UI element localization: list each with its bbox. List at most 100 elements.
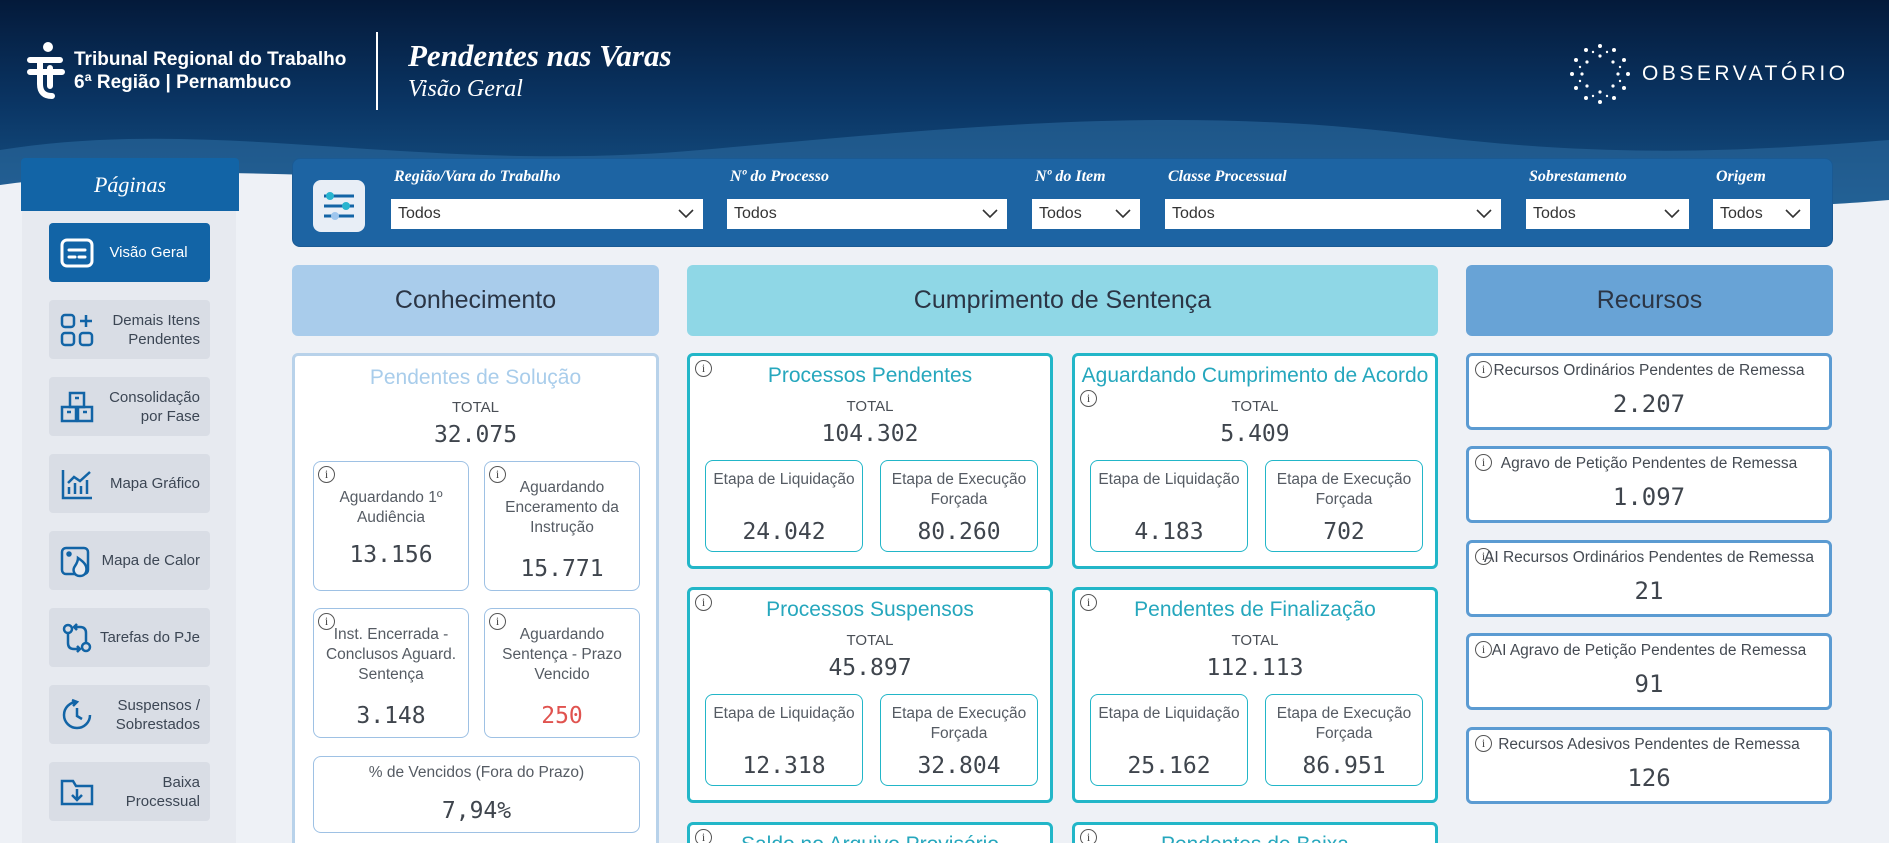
filter-regiao-dropdown[interactable]: Todos [391, 199, 703, 229]
chevron-down-icon [1664, 209, 1680, 219]
nav-label: Mapa Gráfico [109, 475, 200, 492]
folder-download-icon [57, 772, 97, 812]
card-title: Saldo no Arquivo Provisório [690, 833, 1050, 843]
org-name-line1: Tribunal Regional do Trabalho [74, 49, 347, 70]
nav-mapa-grafico[interactable]: Mapa Gráfico [49, 454, 210, 513]
filter-label-classe: Classe Processual [1168, 168, 1287, 185]
sub-value: 80.260 [917, 519, 1001, 545]
org-name-line2: 6ª Região | Pernambuco [74, 72, 292, 93]
sub-liquidacao: Etapa de Liquidação 4.183 [1090, 460, 1248, 552]
recurso-card-adesivos: i Recursos Adesivos Pendentes de Remessa… [1466, 727, 1832, 804]
nav-baixa-processual[interactable]: Baixa Processual [49, 762, 210, 821]
section-header-recursos: Recursos [1466, 265, 1833, 336]
total-label: TOTAL [1231, 632, 1279, 649]
nav-label: Consolidação por Fase [109, 388, 200, 425]
filter-sobrestamento-dropdown[interactable]: Todos [1526, 199, 1689, 229]
recurso-card-ai-agravo: i AI Agravo de Petição Pendentes de Reme… [1466, 633, 1832, 710]
trt-logo: Tribunal Regional do Trabalho 6ª Região … [26, 40, 346, 102]
filter-item-dropdown[interactable]: Todos [1032, 199, 1140, 229]
recurso-label: Recursos Ordinários Pendentes de Remessa [1493, 362, 1805, 379]
dashboard-icon [57, 233, 97, 273]
kpi-label: Inst. Encerrada - Conclusos Aguard. Sent… [325, 626, 457, 683]
sub-value: 4.183 [1134, 519, 1204, 545]
kpi-prazo-vencido: i Aguardando Sentença - Prazo Vencido 25… [484, 608, 640, 738]
sub-label: Etapa de Execução Forçada [891, 471, 1027, 508]
info-icon[interactable]: i [489, 466, 506, 483]
kpi-aguardando-audiencia: i Aguardando 1º Audiência 13.156 [313, 461, 469, 591]
header-divider [376, 32, 378, 110]
nav-consolidacao[interactable]: Consolidação por Fase [49, 377, 210, 436]
chevron-down-icon [678, 209, 694, 219]
kpi-inst-encerrada: i Inst. Encerrada - Conclusos Aguard. Se… [313, 608, 469, 738]
card-title: Pendentes de Finalização [1134, 598, 1376, 621]
dropdown-value: Todos [398, 205, 441, 222]
sub-value: 12.318 [742, 753, 826, 779]
sub-liquidacao: Etapa de Liquidação 12.318 [705, 694, 863, 786]
filter-processo-dropdown[interactable]: Todos [727, 199, 1007, 229]
sidebar-title: Páginas [21, 158, 239, 211]
workflow-icon [57, 618, 97, 658]
total-value: 5.409 [1220, 421, 1290, 447]
add-grid-icon [57, 310, 97, 350]
nav-label: Demais Itens Pendentes [112, 311, 200, 348]
sub-value: 32.804 [917, 753, 1001, 779]
sub-label: Etapa de Execução Forçada [1276, 471, 1412, 508]
nav-tarefas-pje[interactable]: Tarefas do PJe [49, 608, 210, 667]
card-title: Pendentes de Baixa [1075, 833, 1435, 843]
report-title-block: Pendentes nas Varas Visão Geral [408, 38, 672, 104]
dropdown-value: Todos [1533, 205, 1576, 222]
dropdown-value: Todos [1039, 205, 1082, 222]
info-icon[interactable]: i [318, 613, 335, 630]
nav-label: Suspensos / Sobrestados [115, 696, 200, 733]
filter-origem-dropdown[interactable]: Todos [1713, 199, 1810, 229]
nav-suspensos[interactable]: Suspensos / Sobrestados [49, 685, 210, 744]
filter-label-sobrestamento: Sobrestamento [1529, 168, 1627, 185]
heat-map-icon [57, 541, 97, 581]
kpi-value: 13.156 [349, 542, 433, 568]
sub-value: 702 [1323, 519, 1365, 545]
sub-label: Etapa de Liquidação [1098, 471, 1240, 488]
sub-liquidacao: Etapa de Liquidação 25.162 [1090, 694, 1248, 786]
card-processos-pendentes: i Processos Pendentes TOTAL 104.302 Etap… [687, 353, 1053, 569]
total-value: 45.897 [828, 655, 912, 681]
dropdown-value: Todos [734, 205, 777, 222]
sub-execucao: Etapa de Execução Forçada 32.804 [880, 694, 1038, 786]
chart-icon [57, 464, 97, 504]
recurso-value: 2.207 [1612, 390, 1686, 418]
kpi-percent-vencidos: % de Vencidos (Fora do Prazo) 7,94% [313, 756, 640, 833]
recurso-value: 126 [1627, 764, 1671, 792]
kpi-aguardando-encerramento: i Aguardando Enceramento da Instrução 15… [484, 461, 640, 591]
kpi-label: Aguardando Enceramento da Instrução [505, 479, 619, 536]
info-icon[interactable]: i [318, 466, 335, 483]
sub-label: Etapa de Liquidação [713, 705, 855, 722]
page-subtitle: Visão Geral [408, 76, 523, 102]
nav-label: Mapa de Calor [101, 552, 200, 569]
info-icon[interactable]: i [489, 613, 506, 630]
dropdown-value: Todos [1172, 205, 1215, 222]
observatorio-logo: OBSERVATÓRIO [1568, 42, 1849, 106]
recurso-value: 21 [1634, 577, 1664, 605]
filter-label-regiao: Região/Vara do Trabalho [394, 168, 561, 185]
filter-classe-dropdown[interactable]: Todos [1165, 199, 1501, 229]
nav-demais-itens[interactable]: Demais Itens Pendentes [49, 300, 210, 359]
filter-sliders-icon[interactable] [313, 180, 365, 232]
sub-value: 86.951 [1302, 753, 1386, 779]
filter-label-processo: Nº do Processo [730, 168, 830, 185]
sub-liquidacao: Etapa de Liquidação 24.042 [705, 460, 863, 552]
sub-label: Etapa de Liquidação [713, 471, 855, 488]
kpi-value: 7,94% [441, 798, 512, 824]
chevron-down-icon [1115, 209, 1131, 219]
nav-label: Tarefas do PJe [99, 629, 200, 646]
observatorio-dots-icon [1570, 44, 1630, 104]
nav-visao-geral[interactable]: Visão Geral [49, 223, 210, 282]
sub-execucao: Etapa de Execução Forçada 702 [1265, 460, 1423, 552]
section-header-cumprimento: Cumprimento de Sentença [687, 265, 1438, 336]
observatorio-wordmark: OBSERVATÓRIO [1642, 62, 1849, 85]
card-title: Processos Pendentes [767, 364, 973, 387]
section-header-conhecimento: Conhecimento [292, 265, 659, 336]
page-title: Pendentes nas Varas [408, 38, 672, 73]
boxes-icon [57, 387, 97, 427]
nav-mapa-calor[interactable]: Mapa de Calor [49, 531, 210, 590]
total-value: 32.075 [433, 422, 518, 448]
sub-execucao: Etapa de Execução Forçada 86.951 [1265, 694, 1423, 786]
